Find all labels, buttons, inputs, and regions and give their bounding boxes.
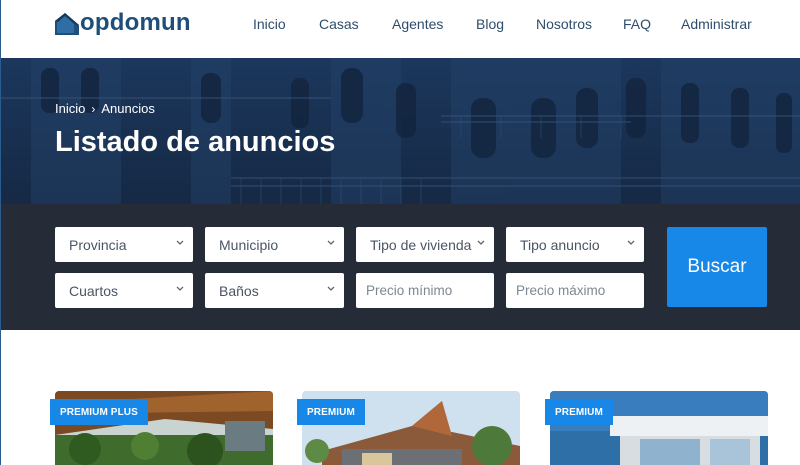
select-tipo-vivienda-label: Tipo de vivienda bbox=[370, 236, 472, 253]
nav-item-casas[interactable]: Casas bbox=[319, 16, 359, 32]
chevron-down-icon bbox=[176, 286, 184, 291]
nav-item-nosotros[interactable]: Nosotros bbox=[536, 16, 592, 32]
select-provincia[interactable]: Provincia bbox=[55, 227, 193, 262]
nav-item-administrar[interactable]: Administrar bbox=[681, 16, 752, 32]
nav-item-inicio[interactable]: Inicio bbox=[253, 16, 286, 32]
nav-item-faq[interactable]: FAQ bbox=[623, 16, 651, 32]
brand-name: opdomun bbox=[80, 9, 191, 36]
select-cuartos[interactable]: Cuartos bbox=[55, 273, 193, 308]
premium-badge: PREMIUM bbox=[545, 399, 613, 425]
select-banos[interactable]: Baños bbox=[205, 273, 344, 308]
breadcrumb-separator-icon: › bbox=[91, 101, 96, 116]
page-title: Listado de anuncios bbox=[55, 126, 336, 158]
select-banos-label: Baños bbox=[219, 282, 259, 299]
listings-section: PREMIUM PLUS PREMIUM PREMIUM bbox=[0, 330, 800, 465]
search-button[interactable]: Buscar bbox=[667, 227, 767, 307]
select-tipo-anuncio[interactable]: Tipo anuncio bbox=[506, 227, 644, 262]
price-min-placeholder: Precio mínimo bbox=[366, 283, 453, 298]
select-tipo-anuncio-label: Tipo anuncio bbox=[520, 236, 600, 253]
chevron-down-icon bbox=[477, 240, 485, 245]
chevron-down-icon bbox=[327, 286, 335, 291]
chevron-down-icon bbox=[176, 240, 184, 245]
select-provincia-label: Provincia bbox=[69, 236, 127, 253]
search-panel: Provincia Municipio Tipo de vivienda Tip… bbox=[0, 204, 800, 330]
price-min-input[interactable]: Precio mínimo bbox=[356, 273, 494, 308]
premium-plus-badge: PREMIUM PLUS bbox=[50, 399, 148, 425]
premium-badge: PREMIUM bbox=[297, 399, 365, 425]
breadcrumb-current: Anuncios bbox=[101, 101, 155, 116]
brand-logo[interactable]: opdomun bbox=[55, 9, 191, 37]
price-max-placeholder: Precio máximo bbox=[516, 283, 606, 298]
chevron-down-icon bbox=[327, 240, 335, 245]
site-header: opdomun Inicio Casas Agentes Blog Nosotr… bbox=[0, 0, 800, 58]
hero-banner: Inicio › Anuncios Listado de anuncios bbox=[0, 58, 800, 204]
nav-item-blog[interactable]: Blog bbox=[476, 16, 504, 32]
breadcrumb-home[interactable]: Inicio bbox=[55, 101, 85, 116]
select-municipio-label: Municipio bbox=[219, 236, 279, 253]
chevron-down-icon bbox=[627, 240, 635, 245]
select-tipo-vivienda[interactable]: Tipo de vivienda bbox=[356, 227, 494, 262]
select-municipio[interactable]: Municipio bbox=[205, 227, 344, 262]
select-cuartos-label: Cuartos bbox=[69, 282, 119, 299]
house-roof-icon bbox=[55, 11, 79, 35]
nav-item-agentes[interactable]: Agentes bbox=[392, 16, 443, 32]
breadcrumb: Inicio › Anuncios bbox=[55, 101, 155, 116]
price-max-input[interactable]: Precio máximo bbox=[506, 273, 644, 308]
